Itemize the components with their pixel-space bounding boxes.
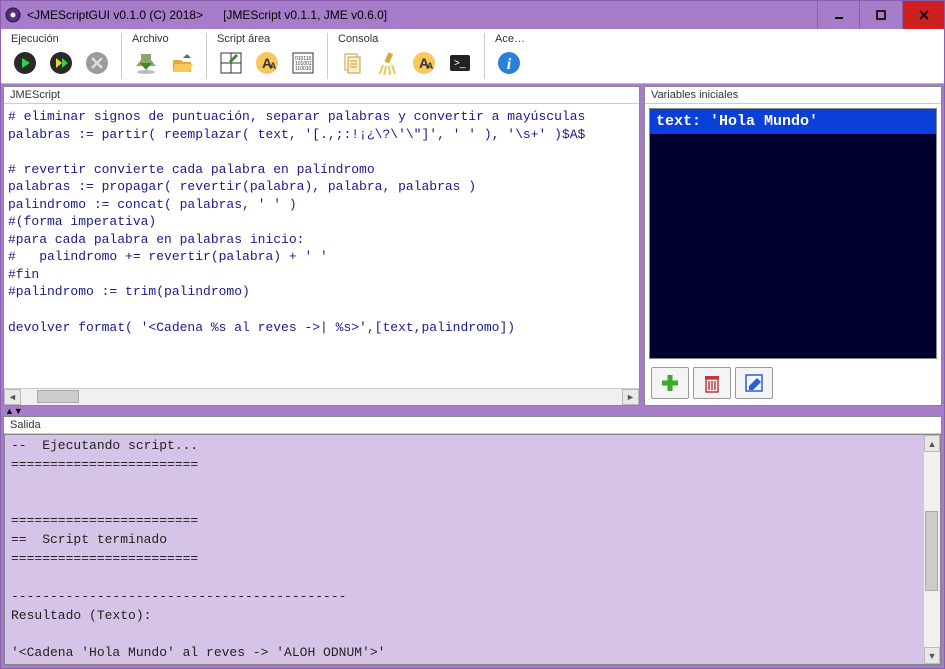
toolbar-group-archivo: Archivo bbox=[130, 33, 207, 79]
run-step-button[interactable] bbox=[45, 47, 77, 79]
minimize-button[interactable] bbox=[817, 1, 859, 29]
scroll-left-icon[interactable]: ◄ bbox=[4, 389, 21, 405]
content-area: JMEScript # eliminar signos de puntuació… bbox=[1, 84, 944, 668]
stop-button[interactable] bbox=[81, 47, 113, 79]
scroll-down-icon[interactable]: ▼ bbox=[924, 647, 940, 664]
delete-variable-button[interactable] bbox=[693, 367, 731, 399]
toolbar-group-label: Consola bbox=[336, 33, 476, 45]
splitter-handle[interactable]: ▲▼ bbox=[3, 406, 942, 416]
toolbar-group-ejecucion: Ejecución bbox=[9, 33, 122, 79]
script-editor[interactable]: # eliminar signos de puntuación, separar… bbox=[4, 104, 639, 388]
copy-button[interactable] bbox=[336, 47, 368, 79]
toolbar-group-script-area: Script área AA 010110101001110010 bbox=[215, 33, 328, 79]
svg-text:>_: >_ bbox=[454, 58, 466, 69]
variables-panel-title: Variables iniciales bbox=[645, 87, 941, 104]
terminal-button[interactable]: >_ bbox=[444, 47, 476, 79]
titlebar[interactable]: <JMEScriptGUI v0.1.0 (C) 2018> [JMEScrip… bbox=[1, 1, 944, 29]
scroll-right-icon[interactable]: ► bbox=[622, 389, 639, 405]
app-window: <JMEScriptGUI v0.1.0 (C) 2018> [JMEScrip… bbox=[0, 0, 945, 669]
toolbar-group-label: Archivo bbox=[130, 33, 198, 45]
add-variable-button[interactable] bbox=[651, 367, 689, 399]
font-size-button[interactable]: AA bbox=[251, 47, 283, 79]
scroll-thumb[interactable] bbox=[925, 511, 938, 591]
info-button[interactable]: i bbox=[493, 47, 525, 79]
binary-button[interactable]: 010110101001110010 bbox=[287, 47, 319, 79]
title-secondary: [JMEScript v0.1.1, JME v0.6.0] bbox=[223, 8, 387, 22]
console-font-button[interactable]: AA bbox=[408, 47, 440, 79]
script-panel-title: JMEScript bbox=[4, 87, 639, 104]
toolbar-group-label: Ace… bbox=[493, 33, 525, 45]
variable-row[interactable]: text: 'Hola Mundo' bbox=[650, 109, 936, 134]
svg-text:i: i bbox=[507, 56, 512, 73]
close-button[interactable] bbox=[902, 1, 944, 29]
open-button[interactable] bbox=[166, 47, 198, 79]
toolbar: Ejecución Archivo Script área AA 0101101… bbox=[1, 29, 944, 84]
script-hscrollbar[interactable]: ◄ ► bbox=[4, 388, 639, 405]
svg-text:A: A bbox=[270, 61, 277, 71]
scroll-thumb[interactable] bbox=[37, 390, 79, 403]
scroll-up-icon[interactable]: ▲ bbox=[924, 435, 940, 452]
app-icon bbox=[5, 7, 21, 23]
save-button[interactable] bbox=[130, 47, 162, 79]
grid-button[interactable] bbox=[215, 47, 247, 79]
variables-list[interactable]: text: 'Hola Mundo' bbox=[649, 108, 937, 359]
script-panel: JMEScript # eliminar signos de puntuació… bbox=[3, 86, 640, 406]
output-console[interactable]: -- Ejecutando script... ================… bbox=[5, 435, 923, 664]
svg-text:A: A bbox=[427, 61, 434, 71]
maximize-button[interactable] bbox=[859, 1, 901, 29]
run-button[interactable] bbox=[9, 47, 41, 79]
toolbar-group-label: Script área bbox=[215, 33, 319, 45]
title-primary: <JMEScriptGUI v0.1.0 (C) 2018> bbox=[27, 8, 203, 22]
output-panel-title: Salida bbox=[4, 417, 941, 434]
clear-button[interactable] bbox=[372, 47, 404, 79]
edit-variable-button[interactable] bbox=[735, 367, 773, 399]
output-vscrollbar[interactable]: ▲ ▼ bbox=[923, 435, 940, 664]
toolbar-group-consola: Consola AA >_ bbox=[336, 33, 485, 79]
variables-panel: Variables iniciales text: 'Hola Mundo' bbox=[644, 86, 942, 406]
toolbar-group-label: Ejecución bbox=[9, 33, 113, 45]
toolbar-group-acerca: Ace… i bbox=[493, 33, 533, 79]
output-panel: Salida -- Ejecutando script... =========… bbox=[3, 416, 942, 666]
svg-text:110010: 110010 bbox=[295, 66, 312, 72]
